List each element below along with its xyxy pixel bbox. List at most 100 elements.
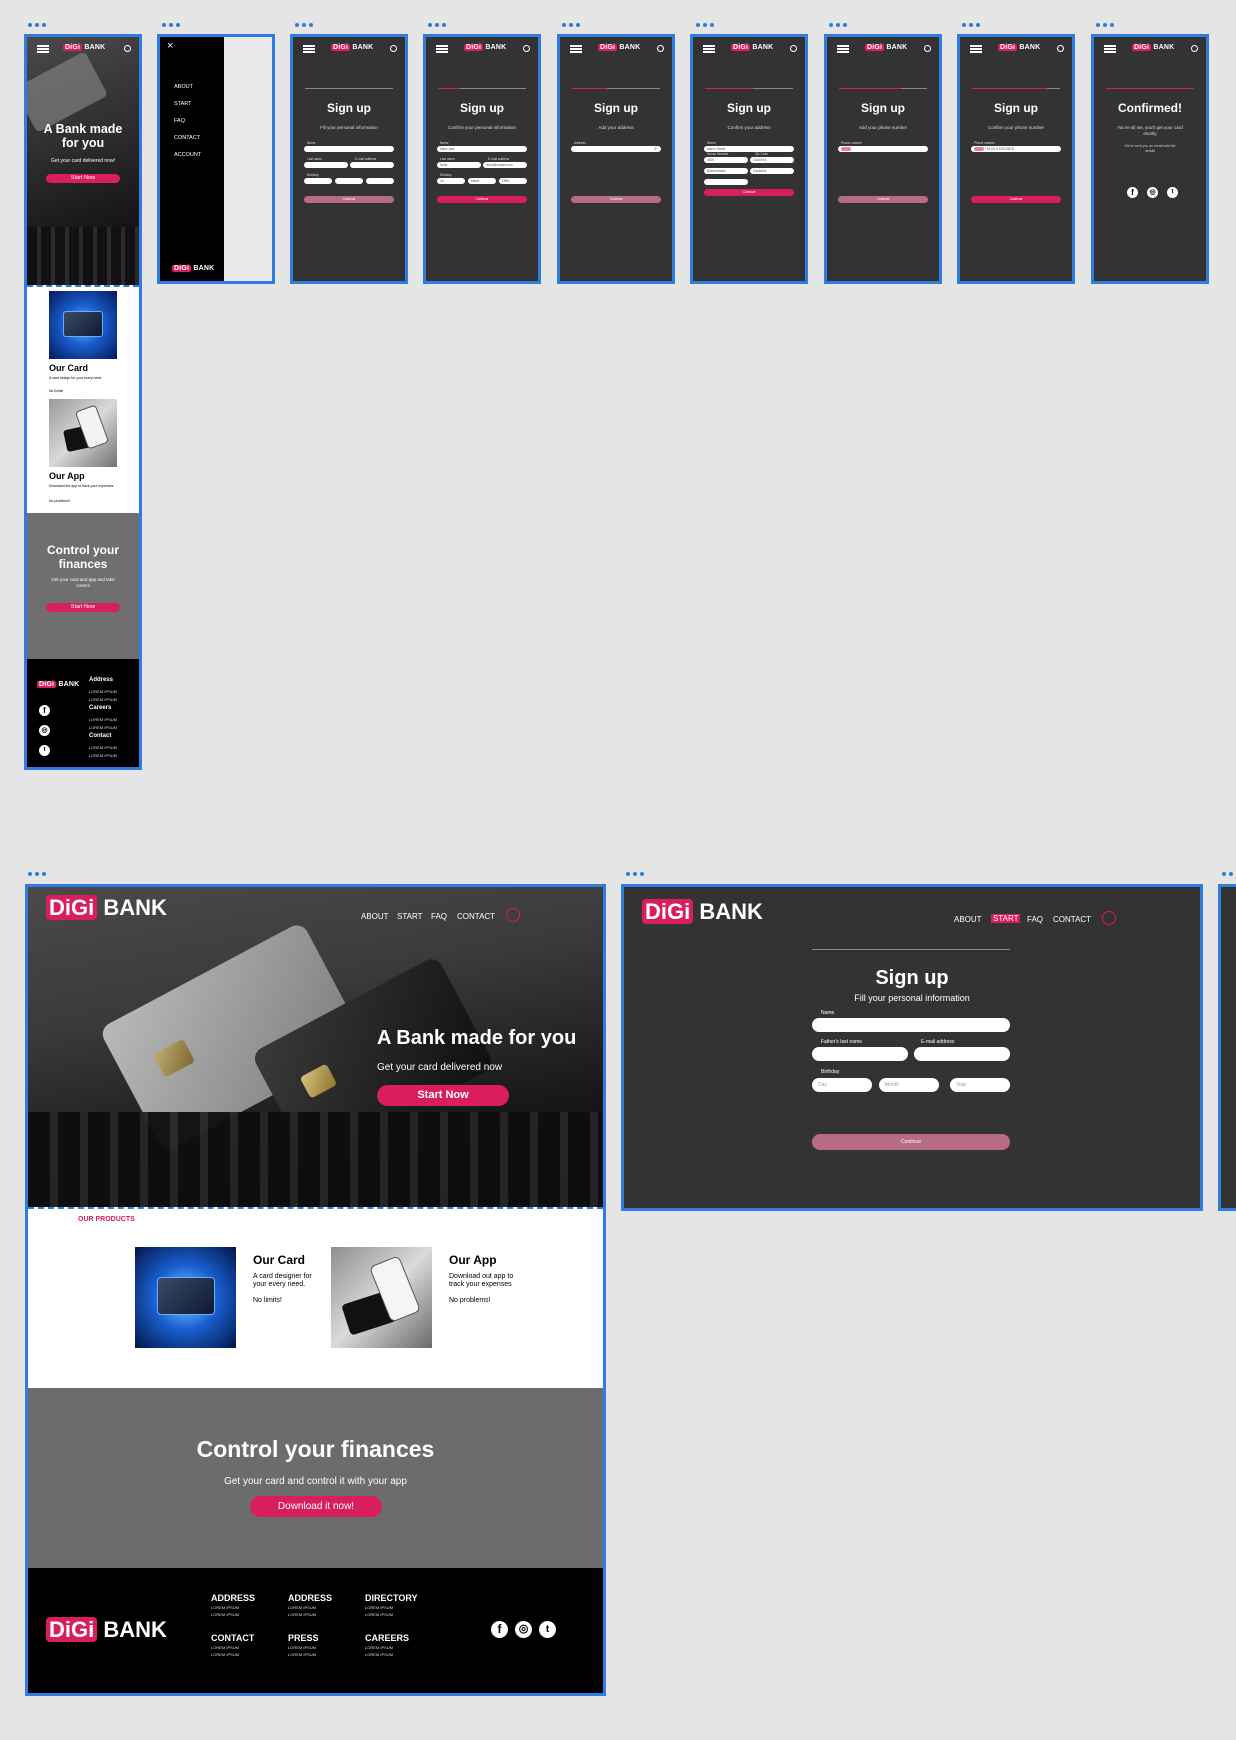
twitter-icon[interactable]: t (539, 1621, 556, 1638)
user-icon[interactable] (657, 45, 664, 52)
instagram-icon[interactable]: ◎ (39, 725, 50, 736)
continue-button[interactable]: Continue (571, 196, 661, 203)
menu-item-start[interactable]: START (174, 101, 192, 107)
nav-about[interactable]: ABOUT (361, 912, 389, 921)
nav-faq[interactable]: FAQ (1027, 915, 1043, 924)
footer-link[interactable]: LOREM IPSUM (211, 1605, 255, 1610)
frame-handle[interactable] (295, 23, 317, 27)
footer-logo[interactable]: DiGi BANK (46, 1617, 167, 1643)
nav-contact[interactable]: CONTACT (1053, 915, 1091, 924)
nav-faq[interactable]: FAQ (431, 912, 447, 921)
address-input[interactable] (571, 146, 661, 152)
user-icon[interactable] (124, 45, 131, 52)
nav-contact[interactable]: CONTACT (457, 912, 495, 921)
frame-handle[interactable] (1222, 872, 1236, 876)
footer-link[interactable]: LOREM IPSUM (365, 1652, 409, 1657)
download-button[interactable]: Download it now! (250, 1496, 382, 1517)
frame-handle[interactable] (829, 23, 851, 27)
logo[interactable]: DiGi BANK (731, 44, 773, 51)
year-input[interactable]: Year (950, 1078, 1010, 1092)
footer-link[interactable]: LOREM IPSUM (288, 1605, 332, 1610)
hamburger-icon[interactable] (37, 45, 49, 53)
hamburger-icon[interactable] (570, 45, 582, 53)
user-icon[interactable] (523, 45, 530, 52)
logo[interactable]: DiGi BANK (998, 44, 1040, 51)
user-icon[interactable] (506, 908, 520, 922)
day-input[interactable]: 16 (437, 178, 465, 184)
footer-link[interactable]: LOREM IPSUM (288, 1652, 319, 1657)
instagram-icon[interactable]: ◎ (1147, 187, 1158, 198)
hamburger-icon[interactable] (970, 45, 982, 53)
desktop-logo[interactable]: DiGi BANK (46, 895, 167, 921)
facebook-icon[interactable]: f (39, 705, 50, 716)
user-icon[interactable] (1102, 911, 1116, 925)
user-icon[interactable] (1191, 45, 1198, 52)
footer-lorem[interactable]: LOREM IPSUM (89, 689, 117, 694)
start-now-button[interactable]: Start Now (46, 174, 120, 183)
footer-lorem[interactable]: LOREM IPSUM (89, 717, 117, 722)
city-input[interactable]: Bloemendaal (704, 168, 748, 174)
logo[interactable]: DiGi BANK (464, 44, 506, 51)
name-input[interactable] (812, 1018, 1010, 1032)
footer-link[interactable]: LOREM IPSUM (211, 1652, 254, 1657)
facebook-icon[interactable]: f (491, 1621, 508, 1638)
footer-lorem[interactable]: LOREM IPSUM (89, 725, 117, 730)
frame-handle[interactable] (28, 23, 50, 27)
country-flag-icon[interactable] (974, 147, 984, 151)
last-name-input[interactable] (304, 162, 348, 168)
country-input[interactable]: Canberra (750, 168, 794, 174)
user-icon[interactable] (1057, 45, 1064, 52)
year-input[interactable] (366, 178, 394, 184)
footer-link[interactable]: LOREM IPSUM (365, 1612, 418, 1617)
footer-link[interactable]: LOREM IPSUM (365, 1645, 409, 1650)
footer-lorem[interactable]: LOREM IPSUM (89, 697, 117, 702)
start-now-button[interactable]: Start Now (377, 1085, 509, 1106)
logo[interactable]: DiGi BANK (331, 44, 373, 51)
continue-button[interactable]: Continue (812, 1134, 1010, 1150)
frame-handle[interactable] (696, 23, 718, 27)
menu-item-account[interactable]: ACCOUNT (174, 152, 201, 158)
logo[interactable]: DiGi BANK (1132, 44, 1174, 51)
facebook-icon[interactable]: f (1127, 187, 1138, 198)
footer-link[interactable]: LOREM IPSUM (211, 1645, 254, 1650)
frame-handle[interactable] (962, 23, 984, 27)
continue-button[interactable]: Continue (704, 189, 794, 196)
menu-item-about[interactable]: ABOUT (174, 84, 193, 90)
house-input[interactable]: 4500 (704, 157, 748, 163)
day-input[interactable]: Day (812, 1078, 872, 1092)
search-icon[interactable]: ⌕ (654, 146, 657, 152)
continue-button[interactable]: Continue (838, 196, 928, 203)
extra-input[interactable] (704, 179, 748, 185)
day-input[interactable] (304, 178, 332, 184)
nav-start[interactable]: START (397, 912, 422, 921)
hamburger-icon[interactable] (1104, 45, 1116, 53)
phone-input[interactable]: +31 (0) 6 1234 5678 (971, 146, 1061, 152)
nav-about[interactable]: ABOUT (954, 915, 982, 924)
frame-handle[interactable] (626, 872, 648, 876)
frame-handle[interactable] (162, 23, 184, 27)
month-input[interactable]: Maart (468, 178, 496, 184)
email-input[interactable] (914, 1047, 1010, 1061)
name-input[interactable]: Mara Jaén (437, 146, 527, 152)
user-icon[interactable] (390, 45, 397, 52)
year-input[interactable]: 1990 (499, 178, 527, 184)
name-input[interactable] (304, 146, 394, 152)
continue-button[interactable]: Continue (971, 196, 1061, 203)
email-input[interactable] (350, 162, 394, 168)
last-name-input[interactable]: Nulia (437, 162, 481, 168)
phone-input[interactable] (838, 146, 928, 152)
footer-link[interactable]: LOREM IPSUM (365, 1605, 418, 1610)
hamburger-icon[interactable] (303, 45, 315, 53)
frame-handle[interactable] (1096, 23, 1118, 27)
twitter-icon[interactable]: t (39, 745, 50, 756)
menu-logo[interactable]: DiGi BANK (172, 265, 214, 272)
country-flag-icon[interactable] (841, 147, 851, 151)
hamburger-icon[interactable] (837, 45, 849, 53)
month-input[interactable]: Month (879, 1078, 939, 1092)
zip-input[interactable]: 1010XX4 (750, 157, 794, 163)
logo[interactable]: DiGi BANK (63, 44, 105, 51)
user-icon[interactable] (790, 45, 797, 52)
hamburger-icon[interactable] (703, 45, 715, 53)
frame-handle[interactable] (28, 872, 50, 876)
footer-lorem[interactable]: LOREM IPSUM (89, 745, 117, 750)
